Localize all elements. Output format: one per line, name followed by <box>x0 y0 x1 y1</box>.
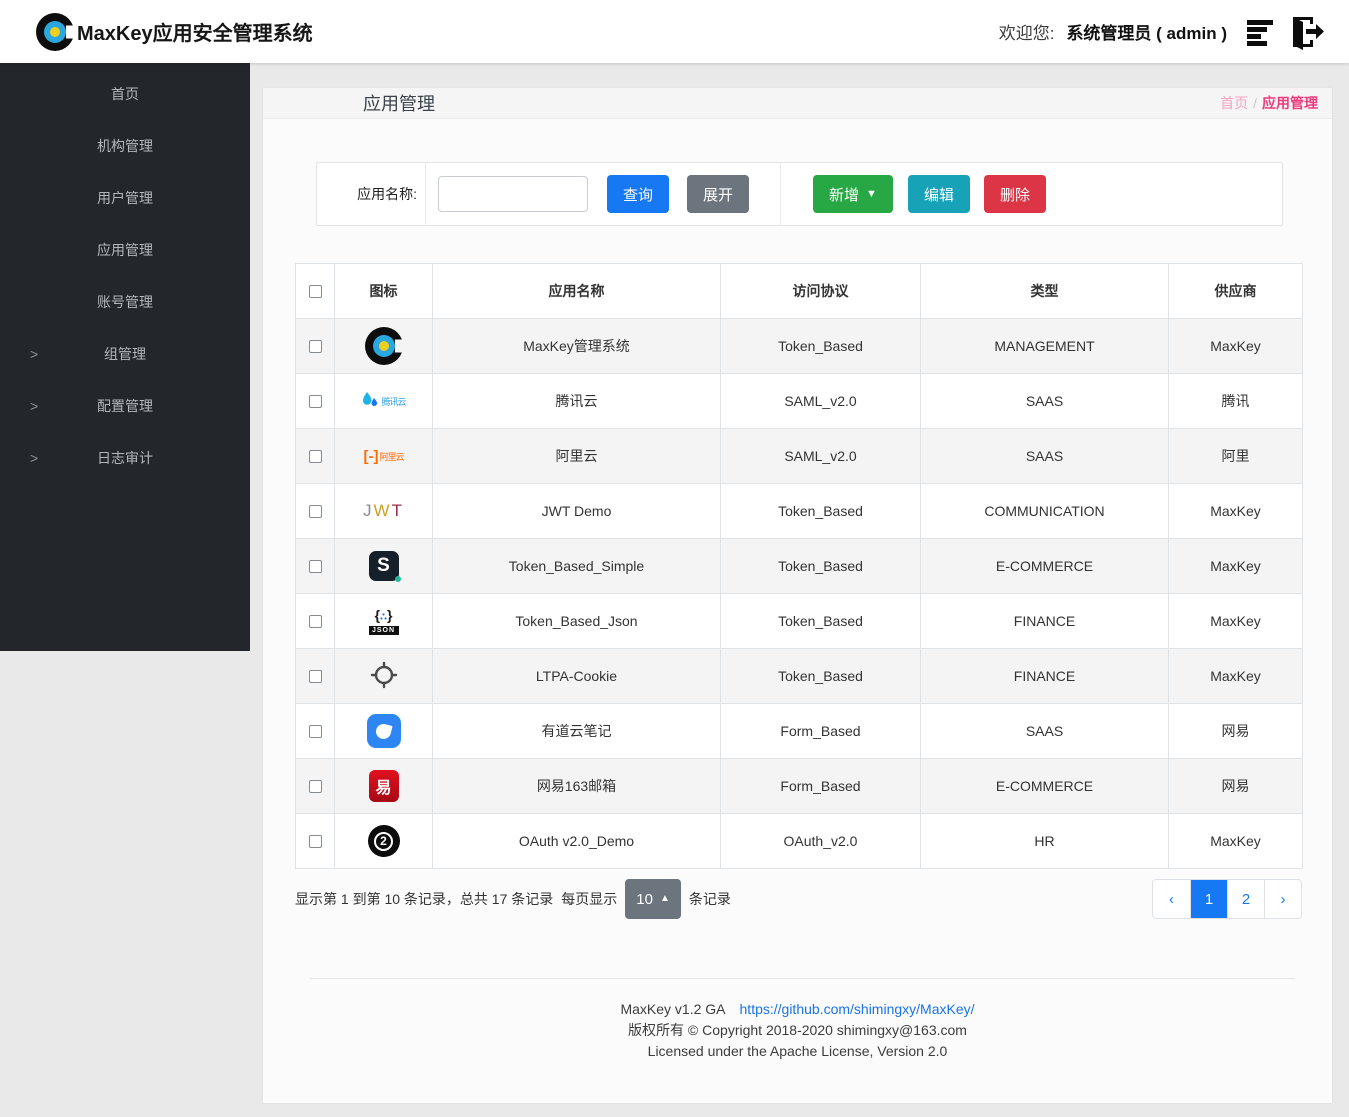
chevron-right-icon: > <box>30 346 39 362</box>
caret-up-icon: ▲ <box>659 893 670 904</box>
page-1-button[interactable]: 1 <box>1190 880 1227 918</box>
col-header-name: 应用名称 <box>432 263 721 319</box>
edit-button[interactable]: 编辑 <box>907 175 970 213</box>
search-toolbar: 应用名称: 查询 展开 新增 ▼ 编辑 删除 <box>316 162 1283 226</box>
navbar-right: 欢迎您: 系统管理员 ( admin ) <box>999 13 1325 51</box>
prev-page-button[interactable]: ‹ <box>1153 880 1190 918</box>
tencent-cloud-icon: 腾讯云 <box>361 391 407 411</box>
sidebar-item-config[interactable]: > 配置管理 <box>0 380 250 432</box>
row-checkbox[interactable] <box>308 504 322 518</box>
col-header-icon: 图标 <box>334 263 433 319</box>
footer-license: Licensed under the Apache License, Versi… <box>647 1043 948 1059</box>
select-all-checkbox[interactable] <box>308 284 322 298</box>
col-header-vendor: 供应商 <box>1168 263 1303 319</box>
sidebar-item-users[interactable]: 用户管理 <box>0 172 250 224</box>
page-2-button[interactable]: 2 <box>1227 880 1264 918</box>
row-checkbox[interactable] <box>308 614 322 628</box>
logout-icon[interactable] <box>1283 13 1325 51</box>
sidebar: 首页 机构管理 用户管理 应用管理 账号管理 > 组管理 > 配置管理 > 日志审计 <box>0 63 250 651</box>
row-checkbox[interactable] <box>308 449 322 463</box>
app-name-input[interactable] <box>438 176 588 212</box>
table-row[interactable]: LTPA-Cookie Token_Based FINANCE MaxKey <box>295 648 1303 704</box>
table-header-row: 图标 应用名称 访问协议 类型 供应商 <box>295 263 1303 319</box>
pagination-bar: 显示第 1 到第 10 条记录，总共 17 条记录 每页显示 10 ▲ 条记录 … <box>295 870 1302 928</box>
caret-down-icon: ▼ <box>866 187 877 200</box>
sidebar-item-home[interactable]: 首页 <box>0 68 250 120</box>
pager: ‹ 1 2 › <box>1152 879 1302 919</box>
table-row[interactable]: MaxKey管理系统 Token_Based MANAGEMENT MaxKey <box>295 318 1303 374</box>
sidebar-item-groups[interactable]: > 组管理 <box>0 328 250 380</box>
col-header-protocol: 访问协议 <box>720 263 921 319</box>
add-button[interactable]: 新增 ▼ <box>813 175 893 213</box>
jwt-icon: JWT <box>363 501 404 520</box>
breadcrumb: 首页 / 应用管理 <box>1220 93 1318 113</box>
breadcrumb-separator: / <box>1253 95 1257 111</box>
next-page-button[interactable]: › <box>1264 880 1301 918</box>
breadcrumb-current: 应用管理 <box>1262 95 1318 111</box>
welcome-label: 欢迎您: <box>998 24 1055 43</box>
table-row[interactable]: {∴} JSON Token_Based_Json Token_Based FI… <box>295 593 1303 649</box>
col-header-type: 类型 <box>920 263 1169 319</box>
navbar-icons <box>1245 13 1325 51</box>
table-row[interactable]: JWT JWT Demo Token_Based COMMUNICATION M… <box>295 483 1303 539</box>
breadcrumb-home-link[interactable]: 首页 <box>1220 93 1248 113</box>
search-label: 应用名称: <box>317 163 426 225</box>
pagination-info: 显示第 1 到第 10 条记录，总共 17 条记录 每页显示 10 ▲ 条记录 <box>295 879 731 919</box>
top-navbar: MaxKey应用安全管理系统 欢迎您: 系统管理员 ( admin ) <box>0 0 1349 63</box>
row-checkbox[interactable] <box>308 559 322 573</box>
applications-table: 图标 应用名称 访问协议 类型 供应商 MaxKey管理系统 Token_Bas… <box>295 263 1303 869</box>
footer-version-line: MaxKey v1.2 GA https://github.com/shiming… <box>620 1001 975 1017</box>
footer: MaxKey v1.2 GA https://github.com/shiming… <box>263 999 1332 1062</box>
app-title: MaxKey应用安全管理系统 <box>77 23 313 45</box>
table-row[interactable]: 2 OAuth v2.0_Demo OAuth_v2.0 HR MaxKey <box>295 813 1303 869</box>
main-content: 应用管理 首页 / 应用管理 应用名称: 查询 展开 新增 ▼ 编辑 删除 图标 … <box>263 88 1332 1103</box>
row-checkbox[interactable] <box>308 669 322 683</box>
table-row[interactable]: 腾讯云 腾讯云 SAML_v2.0 SAAS 腾讯 <box>295 373 1303 429</box>
github-link[interactable]: https://github.com/shimingxy/MaxKey/ <box>740 1001 975 1017</box>
s-badge-icon: S <box>368 551 401 582</box>
maxkey-logo-icon <box>36 12 74 51</box>
brand: MaxKey应用安全管理系统 <box>36 12 313 51</box>
chevron-right-icon: > <box>30 398 39 414</box>
table-row[interactable]: S Token_Based_Simple Token_Based E-COMME… <box>295 538 1303 594</box>
table-row[interactable]: 有道云笔记 Form_Based SAAS 网易 <box>295 703 1303 759</box>
sidebar-item-accounts[interactable]: 账号管理 <box>0 276 250 328</box>
row-checkbox[interactable] <box>308 339 322 353</box>
aliyun-icon: [-] 阿里云 <box>363 447 404 465</box>
table-row[interactable]: [-] 阿里云 阿里云 SAML_v2.0 SAAS 阿里 <box>295 428 1303 484</box>
expand-button[interactable]: 展开 <box>687 175 750 213</box>
oauth2-icon: 2 <box>367 825 400 857</box>
sidebar-item-org[interactable]: 机构管理 <box>0 120 250 172</box>
footer-divider <box>310 978 1295 979</box>
sidebar-item-apps[interactable]: 应用管理 <box>0 224 250 276</box>
breadcrumb-bar: 应用管理 首页 / 应用管理 <box>263 88 1332 119</box>
sidebar-item-audit[interactable]: > 日志审计 <box>0 432 250 484</box>
page-size-dropdown[interactable]: 10 ▲ <box>625 879 681 919</box>
ltpa-target-icon <box>370 661 398 692</box>
row-checkbox[interactable] <box>308 724 322 738</box>
row-checkbox[interactable] <box>308 394 322 408</box>
delete-button[interactable]: 删除 <box>983 175 1046 213</box>
toolbar-divider <box>780 163 782 225</box>
youdao-note-icon <box>366 714 401 748</box>
json-badge-icon: {∴} JSON <box>368 607 400 635</box>
chevron-right-icon: > <box>30 450 39 466</box>
netease-163-icon: 易 <box>368 770 399 802</box>
query-button[interactable]: 查询 <box>607 175 670 213</box>
table-row[interactable]: 易 网易163邮箱 Form_Based E-COMMERCE 网易 <box>295 758 1303 814</box>
sidebar-menu: 首页 机构管理 用户管理 应用管理 账号管理 > 组管理 > 配置管理 > 日志审计 <box>0 63 250 484</box>
page-title: 应用管理 <box>363 94 435 114</box>
footer-copyright: 版权所有 © Copyright 2018-2020 shimingxy@163… <box>628 1022 967 1038</box>
row-checkbox[interactable] <box>308 834 322 848</box>
current-user: 系统管理员 ( admin ) <box>1066 24 1227 43</box>
row-checkbox[interactable] <box>308 779 322 793</box>
maxkey-logo-icon <box>364 327 403 365</box>
menu-list-icon[interactable] <box>1245 17 1279 47</box>
